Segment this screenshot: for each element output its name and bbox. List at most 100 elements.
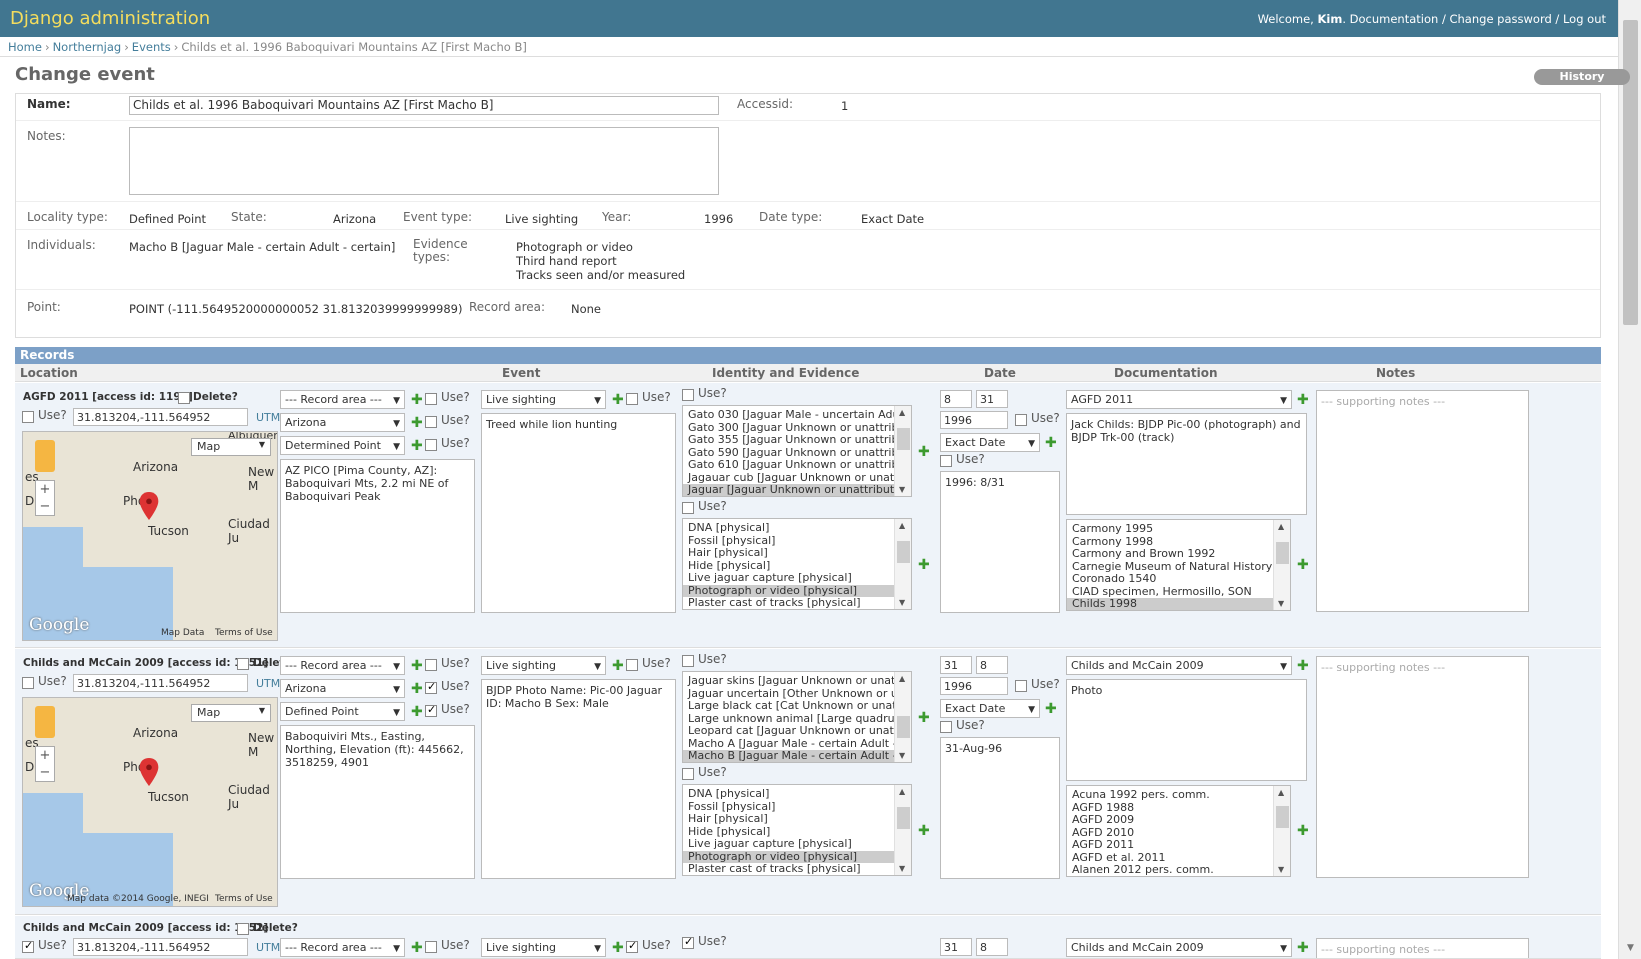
- event-type-select[interactable]: Live sighting ▼: [481, 938, 606, 957]
- event-description[interactable]: BJDP Photo Name: Pic-00 Jaguar ID: Macho…: [481, 679, 676, 879]
- notes-textarea[interactable]: --- supporting notes ---: [1316, 938, 1529, 958]
- add-individual-icon[interactable]: ✚: [918, 445, 930, 459]
- event-type-select[interactable]: Live sighting ▼: [481, 390, 606, 409]
- list-item[interactable]: Large unknown animal [Large quadruped U: [683, 713, 911, 726]
- list-item[interactable]: Gato 590 [Jaguar Unknown or unattributed: [683, 447, 911, 460]
- scrollbar-thumb[interactable]: [1623, 20, 1638, 325]
- use-date-type-checkbox[interactable]: [940, 721, 952, 733]
- day-input[interactable]: 31: [940, 938, 972, 956]
- list-item[interactable]: Gato 610 [Jaguar Unknown or unattributed: [683, 459, 911, 472]
- listbox-scrollbar[interactable]: ▲ ▼: [894, 785, 911, 875]
- year-input[interactable]: 1996: [940, 677, 1008, 695]
- list-item[interactable]: Macho A [Jaguar Male - certain Adult - c…: [683, 738, 911, 751]
- list-item[interactable]: AGFD 1988: [1067, 802, 1290, 815]
- coords-input[interactable]: 31.813204,-111.564952: [73, 674, 248, 692]
- use-evidence-checkbox[interactable]: [682, 502, 694, 514]
- map-terms-link[interactable]: Terms of Use: [215, 894, 273, 904]
- list-item[interactable]: Fossil [physical]: [683, 535, 911, 548]
- location-description[interactable]: Baboquiviri Mts., Easting, Northing, Ele…: [280, 725, 475, 879]
- documentation-listbox[interactable]: Carmony 1995 Carmony 1998 Carmony and Br…: [1066, 519, 1291, 611]
- list-item-selected[interactable]: Photograph or video [physical]: [683, 850, 911, 863]
- list-item[interactable]: Leopard cat [Jaguar Unknown or unattribu…: [683, 725, 911, 738]
- breadcrumb-home[interactable]: Home: [8, 40, 42, 54]
- list-item[interactable]: Live jaguar capture [physical]: [683, 838, 911, 851]
- add-doc-icon[interactable]: ✚: [1297, 824, 1309, 838]
- list-item[interactable]: Carmony and Brown 1992: [1067, 548, 1290, 561]
- list-item[interactable]: AGFD et al. 2011: [1067, 852, 1290, 865]
- year-input[interactable]: 1996: [940, 411, 1008, 429]
- date-text[interactable]: 1996: 8/31: [940, 471, 1060, 613]
- use-locality-checkbox[interactable]: [425, 439, 437, 451]
- delete-checkbox[interactable]: [237, 923, 249, 935]
- page-scrollbar[interactable]: ▼: [1618, 0, 1641, 959]
- list-item[interactable]: Carmony 1995: [1067, 523, 1290, 536]
- list-item-selected[interactable]: Macho B [Jaguar Male - certain Adult - c…: [683, 750, 911, 762]
- site-name[interactable]: Django administration: [10, 8, 210, 29]
- use-date-checkbox[interactable]: [1015, 680, 1027, 692]
- add-event-type-icon[interactable]: ✚: [612, 659, 624, 673]
- use-event-type-checkbox[interactable]: [626, 659, 638, 671]
- use-individuals-checkbox[interactable]: [682, 935, 694, 949]
- zoom-control-icon[interactable]: + −: [35, 480, 55, 516]
- use-date-type-checkbox[interactable]: [940, 455, 952, 467]
- add-event-type-icon[interactable]: ✚: [612, 393, 624, 407]
- locality-type-select[interactable]: Determined Point ▼: [280, 436, 405, 455]
- listbox-scrollbar[interactable]: ▲ ▼: [1273, 786, 1290, 876]
- use-evidence-checkbox[interactable]: [682, 768, 694, 780]
- use-locality-checkbox[interactable]: [425, 703, 437, 717]
- day-input[interactable]: 31: [940, 656, 972, 674]
- list-item[interactable]: Hide [physical]: [683, 560, 911, 573]
- list-item[interactable]: Alanen 2012 pers. comm.: [1067, 864, 1290, 876]
- add-evidence-icon[interactable]: ✚: [918, 824, 930, 838]
- use-record-area-checkbox[interactable]: [425, 659, 437, 671]
- list-item[interactable]: Large black cat [Cat Unknown or unattrib…: [683, 700, 911, 713]
- add-individual-icon[interactable]: ✚: [918, 711, 930, 725]
- notes-textarea[interactable]: [129, 127, 719, 195]
- list-item[interactable]: Carmony 1998: [1067, 536, 1290, 549]
- history-button[interactable]: History: [1534, 69, 1630, 85]
- listbox-scrollbar[interactable]: ▲ ▼: [1273, 520, 1290, 610]
- record-area-select[interactable]: --- Record area --- ▼: [280, 938, 405, 957]
- list-item[interactable]: CIAD specimen, Hermosillo, SON: [1067, 586, 1290, 599]
- use-event-type-checkbox[interactable]: [626, 393, 638, 405]
- use-state-checkbox[interactable]: [425, 416, 437, 428]
- coords-input[interactable]: 31.813204,-111.564952: [73, 408, 248, 426]
- use-record-area-checkbox[interactable]: [425, 393, 437, 405]
- add-locality-icon[interactable]: ✚: [411, 439, 423, 453]
- map-marker-icon[interactable]: [139, 492, 159, 520]
- add-doc-icon[interactable]: ✚: [1297, 558, 1309, 572]
- evidence-listbox[interactable]: DNA [physical] Fossil [physical] Hair [p…: [682, 784, 912, 876]
- list-item[interactable]: Gato 355 [Jaguar Unknown or unattributed: [683, 434, 911, 447]
- date-type-select[interactable]: Exact Date ▼: [940, 699, 1040, 718]
- list-item[interactable]: Jaguar skins [Jaguar Unknown or unattrib…: [683, 675, 911, 688]
- list-item-selected[interactable]: Childs 1998: [1067, 598, 1290, 610]
- list-item[interactable]: Jagauar cub [Jaguar Unknown or unattribu…: [683, 472, 911, 485]
- add-documentation-icon[interactable]: ✚: [1297, 659, 1309, 673]
- list-item[interactable]: Plaster cast of tracks [physical]: [683, 863, 911, 875]
- date-text[interactable]: 31-Aug-96: [940, 737, 1060, 879]
- documentation-text[interactable]: Jack Childs: BJDP Pic-00 (photograph) an…: [1066, 413, 1307, 515]
- user-links[interactable]: . Documentation / Change password / Log …: [1342, 12, 1606, 26]
- event-description[interactable]: Treed while lion hunting: [481, 413, 676, 613]
- list-item[interactable]: DNA [physical]: [683, 522, 911, 535]
- documentation-text[interactable]: Photo: [1066, 679, 1307, 781]
- list-item[interactable]: Acuna 1992 pers. comm.: [1067, 789, 1290, 802]
- utm-link[interactable]: UTM: [256, 411, 280, 424]
- event-type-select[interactable]: Live sighting ▼: [481, 656, 606, 675]
- location-map[interactable]: Arizona New M Pho Tucson Ciudad Ju Albuq…: [22, 431, 278, 641]
- use-state-checkbox[interactable]: [425, 680, 437, 694]
- location-map[interactable]: Arizona New M Pho Tucson Ciudad Ju es Di…: [22, 697, 278, 907]
- delete-checkbox[interactable]: [237, 658, 249, 670]
- record-area-select[interactable]: --- Record area --- ▼: [280, 656, 405, 675]
- listbox-scrollbar[interactable]: ▲ ▼: [894, 672, 911, 762]
- individuals-listbox[interactable]: Jaguar skins [Jaguar Unknown or unattrib…: [682, 671, 912, 763]
- listbox-scrollbar[interactable]: ▲ ▼: [894, 406, 911, 496]
- list-item[interactable]: DNA [physical]: [683, 788, 911, 801]
- map-marker-icon[interactable]: [139, 758, 159, 786]
- list-item[interactable]: Gato 300 [Jaguar Unknown or unattributed: [683, 422, 911, 435]
- zoom-control-icon[interactable]: + −: [35, 746, 55, 782]
- day-input[interactable]: 8: [940, 390, 972, 408]
- pegman-icon[interactable]: [35, 440, 55, 472]
- use-event-type-checkbox[interactable]: [626, 939, 638, 953]
- list-item[interactable]: Plaster cast of tracks [physical]: [683, 597, 911, 609]
